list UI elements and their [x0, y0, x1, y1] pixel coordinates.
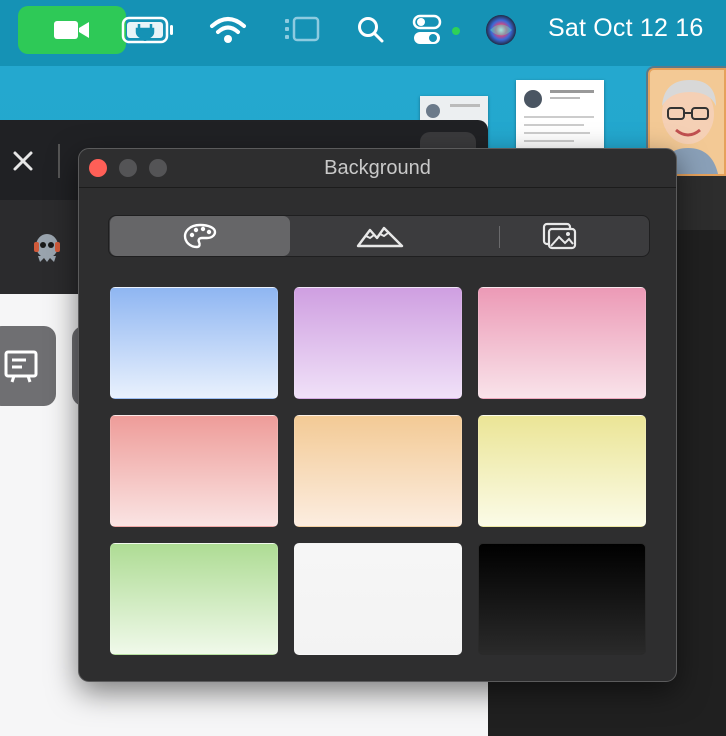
tab-photos[interactable]: [470, 216, 650, 256]
swatch-orange[interactable]: [294, 415, 462, 527]
extension-ghost-icon[interactable]: [32, 232, 62, 264]
close-icon[interactable]: [12, 150, 34, 172]
swatch-pink[interactable]: [478, 287, 646, 399]
presentation-icon: [4, 350, 38, 383]
photos-icon: [542, 222, 577, 250]
swatch-green[interactable]: [110, 543, 278, 655]
resume-document-thumbnail[interactable]: [516, 80, 604, 156]
battery-charging-icon[interactable]: [120, 14, 176, 46]
menu-bar: Sat Oct 12 16: [0, 0, 726, 66]
siri-icon[interactable]: [484, 14, 518, 46]
swatch-white[interactable]: [294, 543, 462, 655]
facetime-video-button[interactable]: [18, 6, 126, 54]
video-camera-icon: [54, 21, 89, 39]
swatch-red[interactable]: [110, 415, 278, 527]
background-type-segmented-control: [108, 215, 650, 257]
wifi-icon[interactable]: [208, 14, 248, 46]
palette-icon: [183, 223, 217, 249]
menu-bar-clock[interactable]: Sat Oct 12 16: [548, 14, 703, 43]
mountains-icon: [356, 226, 404, 248]
swatch-yellow[interactable]: [478, 415, 646, 527]
swatch-black[interactable]: [478, 543, 646, 655]
panel-title: Background: [324, 157, 431, 179]
swatch-blue[interactable]: [110, 287, 278, 399]
tab-colors[interactable]: [110, 216, 290, 256]
panel-titlebar: Background: [79, 149, 676, 188]
tab-landscapes[interactable]: [290, 216, 470, 256]
search-icon[interactable]: [356, 14, 386, 46]
swatch-purple[interactable]: [294, 287, 462, 399]
stage-manager-icon[interactable]: [282, 14, 322, 46]
background-panel: Background: [78, 148, 677, 682]
app-shortcut-tile[interactable]: [0, 326, 56, 406]
control-center-icon[interactable]: [412, 14, 466, 46]
